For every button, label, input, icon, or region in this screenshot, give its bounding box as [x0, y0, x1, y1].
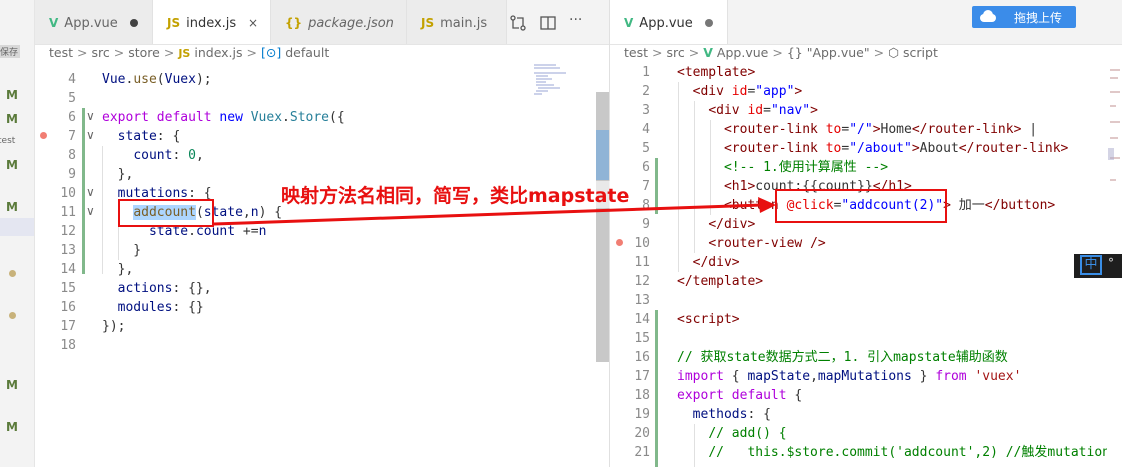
annotation-arrow	[213, 197, 776, 226]
annotation-text: 映射方法名相同，简写，类比mapstate	[281, 181, 630, 208]
